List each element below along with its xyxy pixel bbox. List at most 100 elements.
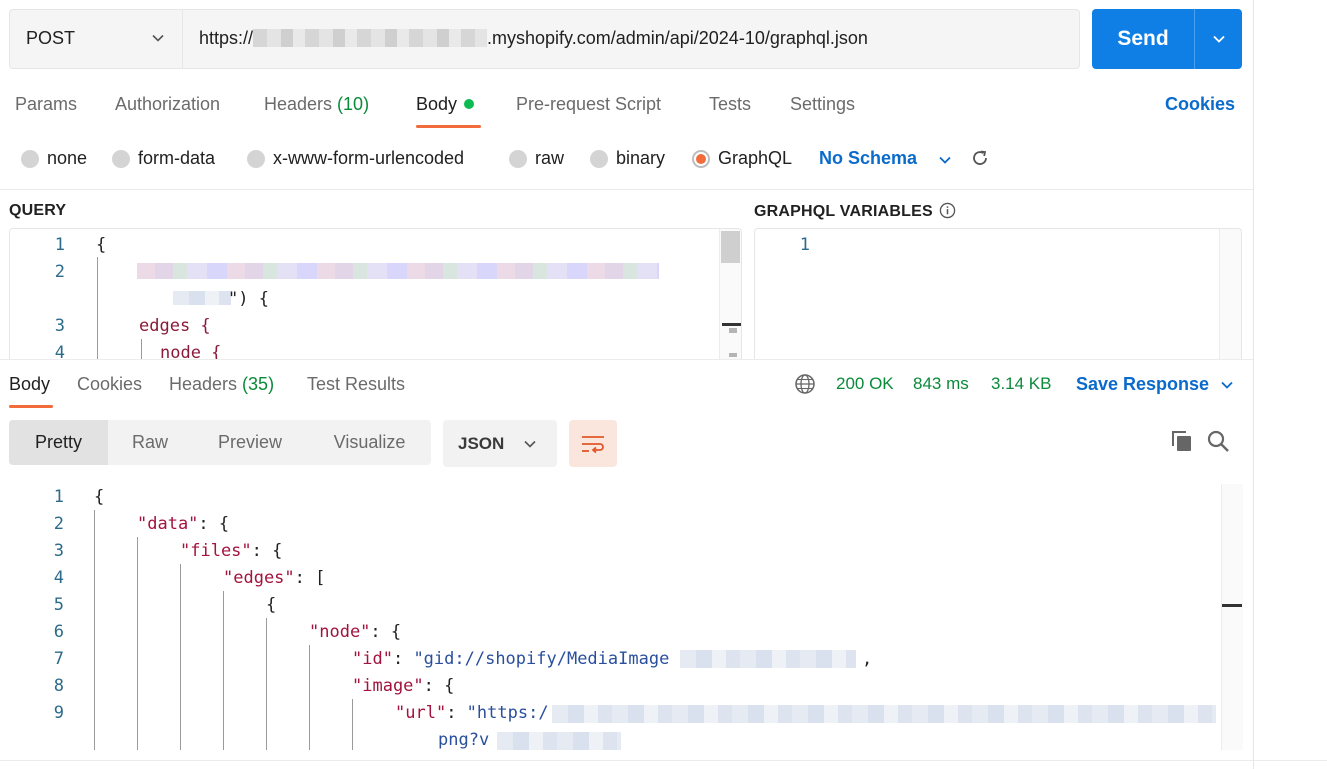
line-number: 5	[53, 595, 64, 615]
search-icon[interactable]	[1206, 429, 1230, 453]
radio-x-www-form-urlencoded[interactable]: x-www-form-urlencoded	[247, 148, 464, 169]
response-tab-headers[interactable]: Headers (35)	[169, 374, 274, 395]
code-line: node {	[160, 343, 222, 359]
scrollbar[interactable]	[1221, 484, 1243, 750]
code-line: {	[96, 235, 107, 255]
url-text: https://.myshopify.com/admin/api/2024-10…	[199, 28, 868, 48]
line-number: 9	[53, 703, 64, 723]
indent-guide	[266, 618, 267, 750]
indent-guide	[352, 699, 353, 750]
format-select[interactable]: JSON	[443, 420, 557, 467]
radio-graphql[interactable]: GraphQL	[692, 148, 792, 169]
wrap-lines-button[interactable]	[569, 420, 617, 467]
line-number: 1	[53, 487, 64, 507]
response-size[interactable]: 3.14 KB	[991, 374, 1052, 394]
radio-circle-icon	[590, 149, 608, 168]
line-number: 7	[53, 649, 64, 669]
send-options-button[interactable]	[1194, 9, 1242, 69]
tab-params[interactable]: Params	[15, 94, 77, 115]
tab-authorization[interactable]: Authorization	[115, 94, 220, 115]
indent-guide	[94, 510, 95, 750]
code-line: {	[266, 595, 277, 615]
active-tab-indicator	[9, 405, 53, 408]
view-mode-raw[interactable]: Raw	[108, 420, 192, 465]
code-line: edges {	[139, 316, 211, 336]
chevron-down-icon[interactable]	[937, 152, 953, 168]
response-tab-cookies[interactable]: Cookies	[77, 374, 142, 395]
chevron-down-icon[interactable]	[150, 30, 166, 46]
tab-tests[interactable]: Tests	[709, 94, 751, 115]
code-line: "files": {	[180, 541, 283, 561]
modified-dot-icon	[464, 99, 475, 109]
line-number: 8	[53, 676, 64, 696]
copy-icon[interactable]	[1170, 429, 1194, 453]
redacted-blur	[253, 29, 488, 47]
tab-settings[interactable]: Settings	[790, 94, 855, 115]
scroll-marker	[729, 328, 737, 333]
globe-icon[interactable]	[794, 373, 816, 395]
radio-selected-icon	[692, 149, 710, 168]
line-number: 1	[54, 235, 65, 255]
view-mode-pretty[interactable]: Pretty	[9, 420, 108, 465]
scrollbar-thumb[interactable]	[721, 231, 740, 263]
code-line: "edges": [	[223, 568, 326, 588]
line-number: 3	[54, 316, 65, 336]
line-number: 2	[53, 514, 64, 534]
refresh-icon[interactable]	[970, 148, 990, 168]
code-line: "node": {	[309, 622, 402, 642]
scroll-marker	[722, 323, 741, 326]
radio-form-data[interactable]: form-data	[112, 148, 215, 169]
variables-editor[interactable]: 1	[754, 228, 1242, 359]
indent-guide	[141, 339, 142, 359]
line-number: 4	[53, 568, 64, 588]
save-response-button[interactable]: Save Response	[1076, 374, 1235, 395]
view-mode-preview[interactable]: Preview	[192, 420, 308, 465]
send-button[interactable]: Send	[1092, 9, 1194, 69]
tab-body[interactable]: Body	[416, 94, 475, 115]
radio-raw[interactable]: raw	[509, 148, 564, 169]
line-number: 6	[53, 622, 64, 642]
code-line: "id": "gid://shopify/MediaImage	[352, 649, 670, 669]
method-label: POST	[26, 28, 76, 48]
radio-none[interactable]: none	[21, 148, 87, 169]
radio-circle-icon	[509, 149, 527, 168]
view-mode-visualize[interactable]: Visualize	[308, 420, 431, 465]
response-time[interactable]: 843 ms	[913, 374, 969, 394]
radio-circle-icon	[247, 149, 265, 168]
variables-title: GRAPHQL VARIABLES	[754, 202, 956, 221]
schema-select[interactable]: No Schema	[819, 148, 917, 169]
response-tab-test-results[interactable]: Test Results	[307, 374, 405, 395]
divider	[0, 189, 1253, 190]
code-line: ") {	[228, 289, 269, 309]
radio-binary[interactable]: binary	[590, 148, 665, 169]
response-body-editor[interactable]: 1 2 3 4 5 6 7 8 9 { "data": { "files": {…	[0, 480, 1253, 750]
chevron-down-icon	[1221, 381, 1233, 389]
code-line: "data": {	[137, 514, 230, 534]
line-number: 3	[53, 541, 64, 561]
line-number: 1	[799, 235, 810, 255]
cookies-link[interactable]: Cookies	[1165, 94, 1235, 115]
indent-guide	[309, 645, 310, 750]
divider	[0, 359, 1253, 360]
indent-guide	[180, 564, 181, 750]
tab-headers[interactable]: Headers (10)	[264, 94, 369, 115]
info-icon[interactable]	[939, 202, 956, 219]
indent-guide	[97, 257, 98, 359]
active-tab-indicator	[416, 125, 481, 128]
tab-pre-request-script[interactable]: Pre-request Script	[516, 94, 661, 115]
status-code[interactable]: 200 OK	[836, 374, 894, 394]
code-line: png?v	[438, 730, 490, 750]
query-title: QUERY	[9, 202, 67, 219]
code-line: "url": "https:/	[395, 703, 549, 723]
scrollbar[interactable]	[1219, 229, 1241, 359]
redacted-blur	[137, 263, 659, 279]
view-mode-tabs: Pretty Raw Preview Visualize	[9, 420, 431, 465]
query-editor[interactable]: 1 2 3 4 { ") { edges { node {	[9, 228, 742, 359]
scroll-marker	[1222, 604, 1242, 607]
response-tab-body[interactable]: Body	[9, 374, 50, 395]
scroll-marker	[729, 353, 737, 357]
scrollbar[interactable]	[719, 229, 741, 359]
radio-circle-icon	[112, 149, 130, 168]
line-number: 2	[54, 262, 65, 282]
wrap-lines-icon	[582, 435, 604, 453]
